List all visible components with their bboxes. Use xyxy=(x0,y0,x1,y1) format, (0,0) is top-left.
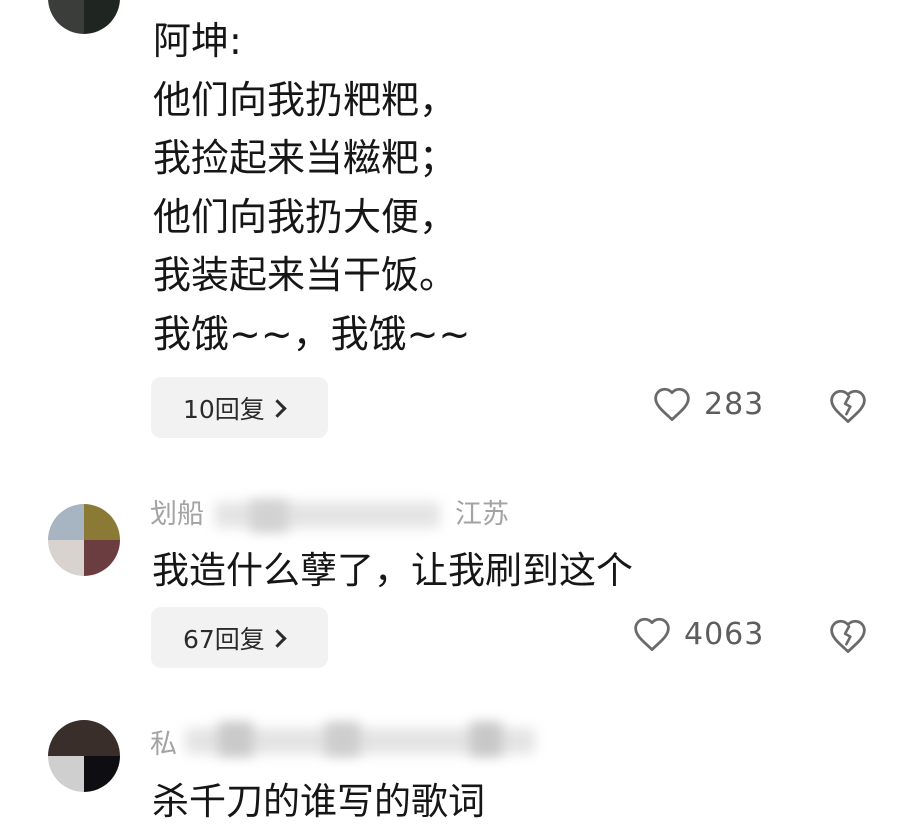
dislike-button[interactable] xyxy=(828,388,868,428)
reply-count-label: 67回复 xyxy=(183,624,265,654)
comment-body: 阿坤: 他们向我扔粑粑， 我捡起来当糍粑； 他们向我扔大便， 我装起来当干饭。 … xyxy=(153,12,470,363)
comment-author: 阿坤: xyxy=(153,19,242,63)
heart-outline-icon xyxy=(654,387,690,421)
redaction-blur xyxy=(215,502,440,528)
comment-line: 我装起来当干饭。 xyxy=(153,253,458,297)
like-button[interactable]: 4063 xyxy=(632,616,764,652)
comment-text: 杀千刀的谁写的歌词 xyxy=(152,780,485,823)
view-replies-button[interactable]: 10回复 xyxy=(151,377,328,438)
broken-heart-icon xyxy=(830,389,866,423)
comment-username[interactable]: 划船 xyxy=(150,492,204,531)
comment-line: 我捡起来当糍粑； xyxy=(153,136,458,180)
redaction-blur xyxy=(218,722,253,756)
comment-line: 我饿~~，我饿~~ xyxy=(153,311,471,356)
comment-line: 他们向我扔大便， xyxy=(153,194,458,239)
view-replies-button[interactable]: 67回复 xyxy=(151,607,328,668)
comment-text: 我造什么孽了，让我刷到这个 xyxy=(152,549,633,592)
chevron-right-icon xyxy=(268,399,287,418)
like-button[interactable]: 283 xyxy=(652,386,764,422)
redaction-blur xyxy=(470,722,502,756)
dislike-button[interactable] xyxy=(828,618,868,658)
reply-count-label: 10回复 xyxy=(183,394,265,424)
comment-username[interactable]: 私 xyxy=(150,722,177,761)
chevron-right-icon xyxy=(268,629,287,648)
comment-line: 他们向我扔粑粑， xyxy=(153,77,458,122)
redaction-blur xyxy=(325,722,360,756)
comment-location: 江苏 xyxy=(455,499,509,530)
like-count: 283 xyxy=(704,386,765,422)
heart-outline-icon xyxy=(634,617,670,651)
broken-heart-icon xyxy=(830,619,866,653)
like-count: 4063 xyxy=(684,616,765,652)
avatar[interactable] xyxy=(48,504,120,576)
avatar[interactable] xyxy=(48,0,120,34)
avatar[interactable] xyxy=(48,720,120,792)
redaction-blur xyxy=(250,500,288,532)
